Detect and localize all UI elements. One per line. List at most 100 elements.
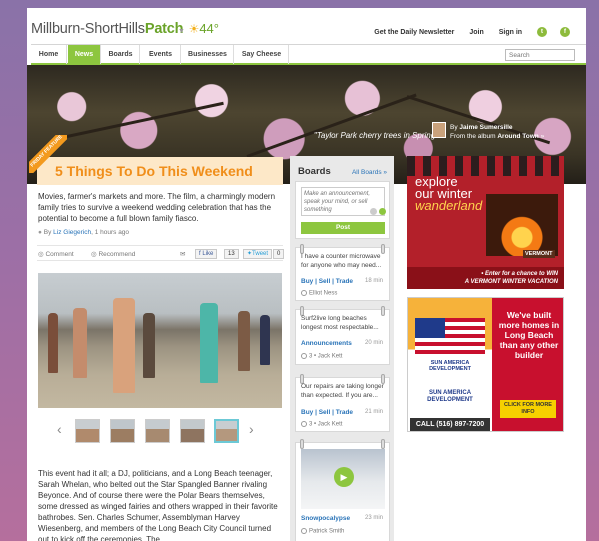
board-card[interactable]: I have a counter microwave for anyone wh… [295, 244, 390, 301]
recommend-action[interactable]: ◎ Recommend [91, 250, 135, 258]
nav-home[interactable]: Home [31, 45, 67, 64]
person-figure [200, 303, 218, 383]
user-icon [301, 290, 307, 296]
article-photo[interactable] [38, 273, 282, 408]
sun-icon: ☀ [188, 22, 200, 36]
card-time: 21 min [364, 409, 383, 415]
feature-ribbon: FRIDAY FEATURE [29, 135, 67, 173]
article-time: , 1 hours ago [91, 229, 130, 236]
facebook-icon[interactable]: f [560, 27, 570, 37]
card-user-name: Elliot Ness [309, 290, 338, 297]
card-text: Our repairs are taking longer than expec… [301, 383, 384, 399]
signin-link[interactable]: Sign in [499, 29, 522, 36]
search-input[interactable] [505, 49, 575, 61]
thumbnail-selected[interactable] [214, 419, 239, 443]
ad-cta-line: • Enter for a chance to WIN [481, 271, 558, 277]
boards-title: Boards [298, 166, 331, 177]
ad-company: SUN AMERICA DEVELOPMENT [429, 360, 471, 372]
flag-canton [415, 318, 445, 338]
person-icon: ● [38, 229, 42, 236]
person-figure [113, 298, 135, 393]
thumbnail[interactable] [75, 419, 100, 443]
nav-news[interactable]: News [68, 45, 101, 64]
email-icon[interactable]: ✉ [180, 250, 185, 258]
ad-pattern [407, 156, 564, 176]
thumbnail[interactable] [145, 419, 170, 443]
thumbnail[interactable] [110, 419, 135, 443]
comment-label: Comment [45, 251, 74, 258]
hero-album-link[interactable]: Around Town [497, 133, 538, 140]
sun-america-ad[interactable]: SUN AMERICA DEVELOPMENT SUN AMERICA DEVE… [407, 297, 564, 432]
byline: ● By Liz Giegerich, 1 hours ago [38, 229, 129, 236]
byline-prefix: By [43, 229, 52, 236]
article-summary: Movies, farmer's markets and more. The f… [38, 192, 276, 223]
board-card[interactable]: Surf2live long beaches longest most resp… [295, 306, 390, 365]
card-user[interactable]: 3 • Jack Kett [301, 421, 342, 428]
add-icon[interactable] [379, 208, 386, 215]
card-category[interactable]: Snowpocalypse [301, 515, 350, 522]
board-card-photo[interactable]: ▶ Snowpocalypse 23 min Patrick Smith [295, 439, 390, 541]
weather-widget[interactable]: ▼ ☀44° [178, 21, 219, 36]
card-user[interactable]: Elliot Ness [301, 290, 337, 297]
hero-author[interactable]: Jaime Sumersille [459, 124, 512, 131]
nav-events[interactable]: Events [141, 45, 181, 64]
snow-photo[interactable]: ▶ [301, 449, 385, 509]
nav-businesses[interactable]: Businesses [182, 45, 234, 64]
join-link[interactable]: Join [469, 29, 483, 36]
post-box: Post [295, 181, 390, 239]
card-user[interactable]: 3 • Jack Kett [301, 353, 342, 360]
tweet-button[interactable]: ✦Tweet [243, 249, 273, 259]
author-link[interactable]: Liz Giegerich [53, 229, 91, 236]
logo-town: Millburn-ShortHills [31, 21, 145, 37]
main-nav: Home News Boards Events Businesses Say C… [31, 44, 586, 65]
chevron-left-icon[interactable]: ‹ [57, 421, 62, 437]
fireplace-image [486, 194, 558, 256]
card-time: 23 min [364, 515, 383, 521]
dropdown-dot: ▼ [178, 28, 185, 35]
hero-credit: By Jaime Sumersille From the album Aroun… [450, 123, 544, 141]
ad-right-panel: We've built more homes in Long Beach tha… [492, 298, 563, 431]
twitter-icon[interactable]: t [537, 27, 547, 37]
recommend-icon: ◎ [91, 251, 97, 258]
tweet-label: Tweet [252, 251, 269, 257]
ad-cta[interactable]: • Enter for a chance to WIN A VERMONT WI… [407, 267, 564, 289]
site-logo[interactable]: Millburn-ShortHillsPatch [31, 21, 184, 37]
nav-say-cheese[interactable]: Say Cheese [235, 45, 289, 64]
hero-caption: "Taylor Park cherry trees in Spring" [313, 131, 438, 140]
card-connector [300, 439, 304, 449]
play-icon[interactable]: ▶ [334, 467, 354, 487]
card-text: I have a counter microwave for anyone wh… [301, 253, 382, 269]
card-category[interactable]: Buy | Sell | Trade [301, 278, 353, 285]
person-figure [143, 313, 155, 378]
chevron-right-icon[interactable]: › [249, 421, 254, 437]
branch [246, 93, 417, 158]
card-text: Surf2live long beaches longest most resp… [301, 315, 379, 331]
card-user[interactable]: Patrick Smith [301, 528, 344, 535]
thumbnail[interactable] [180, 419, 205, 443]
newsletter-link[interactable]: Get the Daily Newsletter [374, 29, 454, 36]
vermont-ad[interactable]: explore our winter wanderland VERMONT • … [407, 156, 564, 289]
nav-boards[interactable]: Boards [102, 45, 140, 64]
tweet-count: 0 [273, 249, 285, 259]
facebook-like-icon: f [199, 251, 201, 257]
ad-company-logo: SUN AMERICA DEVELOPMENT [412, 390, 488, 404]
ad-more-info-button[interactable]: CLICK FOR MORE INFO [500, 400, 556, 418]
user-icon [301, 353, 307, 359]
article-title[interactable]: 5 Things To Do This Weekend [55, 163, 253, 179]
all-boards-link[interactable]: All Boards » [352, 169, 387, 176]
card-category[interactable]: Buy | Sell | Trade [301, 409, 353, 416]
attach-photo-icon[interactable] [370, 208, 377, 215]
person-figure [238, 311, 250, 371]
ad-headline: explore our winter wanderland [415, 175, 482, 212]
board-card[interactable]: Our repairs are taking longer than expec… [295, 374, 390, 432]
ribbon-label: FRIDAY FEATURE [29, 135, 67, 173]
author-avatar[interactable] [432, 122, 446, 138]
top-links: Get the Daily Newsletter Join Sign in t f [361, 27, 570, 37]
post-button[interactable]: Post [301, 222, 385, 234]
comment-action[interactable]: ◎ Comment [38, 250, 74, 258]
ad-headline: We've built more homes in Long Beach tha… [498, 310, 560, 360]
card-user-name: Patrick Smith [309, 528, 345, 535]
card-category[interactable]: Announcements [301, 340, 352, 347]
like-button[interactable]: f Like [195, 249, 218, 259]
ad-phone: CALL (516) 897-7200 [410, 418, 490, 431]
